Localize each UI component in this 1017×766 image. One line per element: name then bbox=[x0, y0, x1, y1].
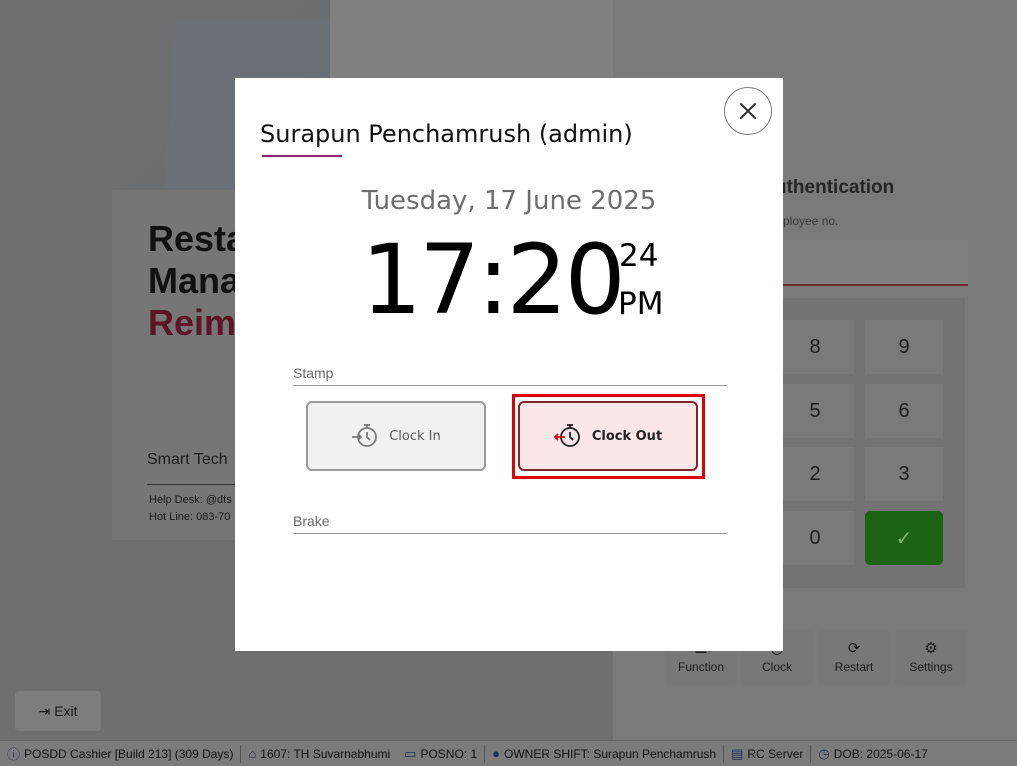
status-shift-label: OWNER SHIFT: Surapun Penchamrush bbox=[504, 746, 717, 761]
status-dob: ◷ DOB: 2025-06-17 bbox=[811, 741, 934, 766]
close-icon bbox=[740, 103, 756, 119]
clock-out-button[interactable]: Clock Out bbox=[518, 401, 698, 471]
status-shift: ● OWNER SHIFT: Surapun Penchamrush bbox=[485, 741, 723, 766]
brake-divider bbox=[293, 533, 727, 534]
status-server: ▤ RC Server bbox=[724, 741, 810, 766]
status-dob-label: DOB: 2025-06-17 bbox=[833, 746, 928, 761]
brand-title: Resta Mana Reim bbox=[148, 218, 246, 344]
restart-icon: ⟳ bbox=[847, 640, 861, 657]
employee-no-input[interactable] bbox=[783, 240, 968, 286]
home-icon: ⌂ bbox=[248, 746, 257, 761]
status-server-label: RC Server bbox=[747, 746, 804, 761]
settings-button[interactable]: ⚙ Settings bbox=[895, 630, 967, 685]
exit-button[interactable]: ⇥ Exit bbox=[15, 691, 101, 731]
current-date: Tuesday, 17 June 2025 bbox=[361, 186, 657, 216]
help-desk: Help Desk: @dts bbox=[149, 494, 232, 506]
current-seconds: 24 bbox=[619, 238, 659, 274]
confirm-button[interactable]: ✓ bbox=[865, 511, 943, 565]
status-branch: ⌂ 1607: TH Suvarnabhumi bbox=[241, 741, 397, 766]
time-clock-dialog: Surapun Penchamrush (admin) Tuesday, 17 … bbox=[235, 78, 783, 651]
monitor-icon: ▭ bbox=[404, 745, 417, 761]
key-6[interactable]: 6 bbox=[865, 384, 943, 438]
clock-out-label: Clock Out bbox=[591, 428, 663, 444]
status-branch-label: 1607: TH Suvarnabhumi bbox=[260, 746, 391, 761]
user-icon: ● bbox=[492, 746, 500, 761]
check-icon: ✓ bbox=[895, 527, 913, 550]
clock-in-icon bbox=[352, 424, 378, 447]
key-8[interactable]: 8 bbox=[776, 320, 854, 374]
clock-in-label: Clock In bbox=[389, 428, 441, 444]
status-bar: ⓘ POSDD Cashier [Build 213] (309 Days) ⌂… bbox=[0, 740, 1017, 766]
brand-title-line: Reim bbox=[148, 302, 237, 343]
gear-icon: ⚙ bbox=[924, 640, 938, 657]
status-app: ⓘ POSDD Cashier [Build 213] (309 Days) bbox=[0, 741, 240, 766]
am-pm-indicator: PM bbox=[618, 286, 664, 322]
key-3[interactable]: 3 bbox=[865, 447, 943, 501]
auth-subtitle: ployee no. bbox=[783, 214, 839, 228]
stamp-label: Stamp bbox=[293, 365, 334, 381]
stamp-divider bbox=[293, 385, 727, 386]
exit-icon: ⇥ bbox=[38, 702, 51, 719]
key-5[interactable]: 5 bbox=[776, 384, 854, 438]
clock-label: Clock bbox=[761, 660, 792, 674]
settings-label: Settings bbox=[909, 660, 953, 674]
restart-button[interactable]: ⟳ Restart bbox=[818, 630, 890, 685]
function-label: Function bbox=[677, 660, 725, 674]
close-button[interactable] bbox=[724, 87, 772, 135]
divider bbox=[147, 484, 237, 485]
support-info: Help Desk: @dts Hot Line: 083-70 bbox=[149, 492, 232, 526]
server-icon: ▤ bbox=[731, 745, 744, 761]
info-icon: ⓘ bbox=[7, 747, 21, 762]
auth-title: uthentication bbox=[775, 177, 895, 198]
key-0[interactable]: 0 bbox=[776, 511, 854, 565]
status-posno-label: POSNO: 1 bbox=[420, 746, 478, 761]
clock-icon: ◷ bbox=[818, 745, 830, 761]
brand-title-line: Mana bbox=[148, 260, 241, 301]
clock-out-icon bbox=[553, 424, 580, 447]
status-app-label: POSDD Cashier [Build 213] (309 Days) bbox=[24, 746, 234, 761]
key-2[interactable]: 2 bbox=[776, 447, 854, 501]
company-name: Smart Tech bbox=[147, 451, 228, 468]
current-time: 17:20 bbox=[361, 224, 626, 336]
employee-name: Surapun Penchamrush (admin) bbox=[260, 120, 633, 148]
key-9[interactable]: 9 bbox=[865, 320, 943, 374]
title-underline bbox=[262, 155, 342, 157]
brand-title-line: Resta bbox=[148, 218, 247, 259]
clock-in-button[interactable]: Clock In bbox=[306, 401, 486, 471]
hot-line: Hot Line: 083-70 bbox=[149, 511, 231, 523]
exit-label: Exit bbox=[54, 703, 78, 719]
status-posno: ▭ POSNO: 1 bbox=[397, 741, 484, 766]
restart-label: Restart bbox=[834, 660, 874, 674]
brake-label: Brake bbox=[293, 513, 330, 529]
